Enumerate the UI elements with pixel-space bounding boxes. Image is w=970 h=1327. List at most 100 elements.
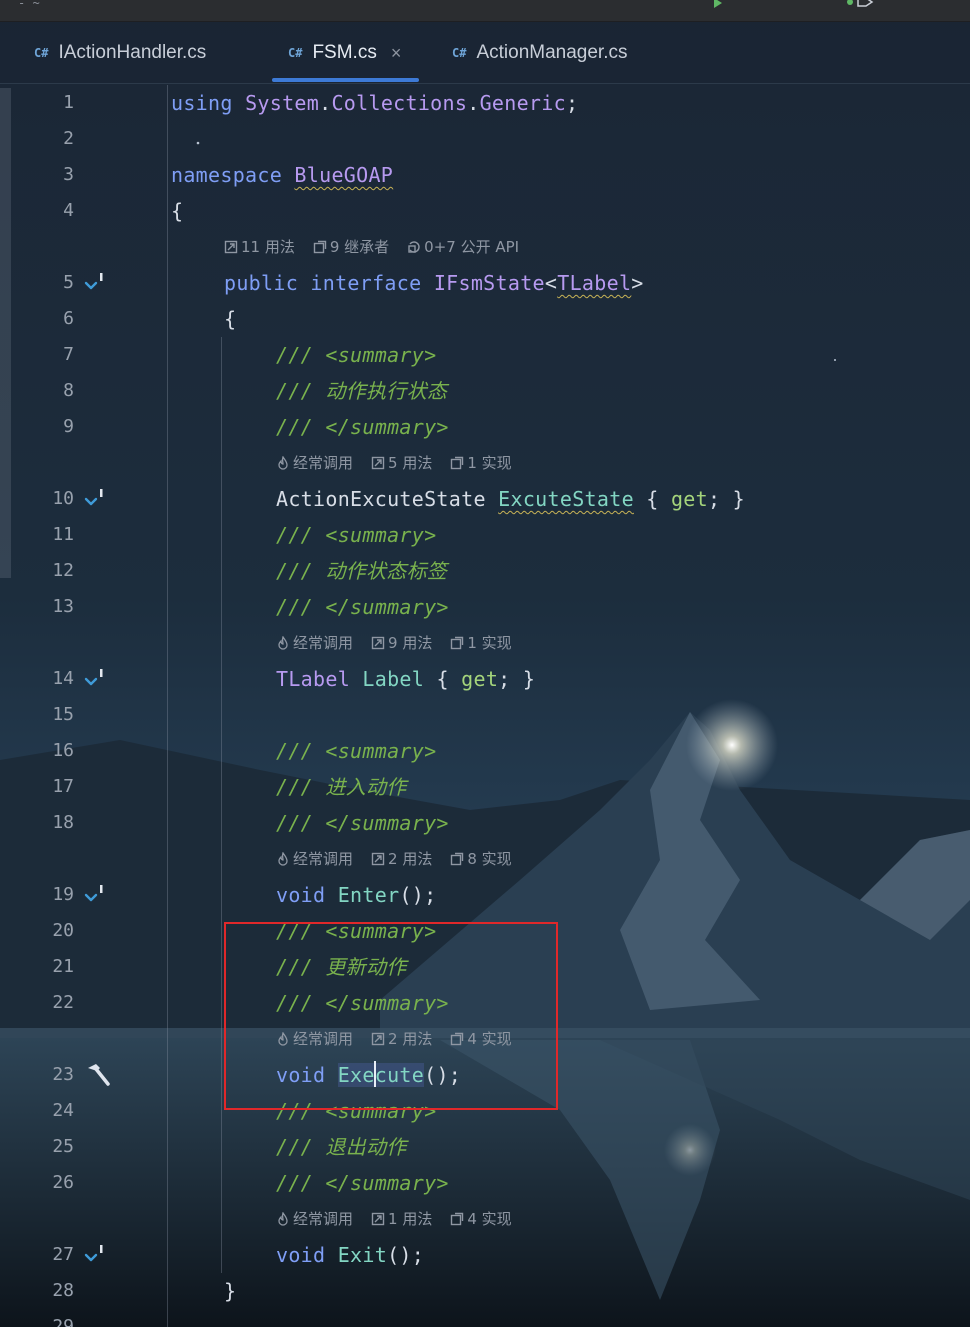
line-number: 27 xyxy=(52,1244,74,1265)
doc-comment: /// 退出动作 xyxy=(276,1135,407,1159)
flame-icon xyxy=(278,1212,288,1226)
code-line[interactable]: 18 /// </summary> xyxy=(0,805,970,841)
code-line[interactable]: 3 namespace BlueGOAP xyxy=(0,157,970,193)
line-number: 22 xyxy=(52,992,74,1013)
line-number: 20 xyxy=(52,920,74,941)
implementations-icon xyxy=(451,1212,464,1226)
line-number: 28 xyxy=(52,1280,74,1301)
line-number: 29 xyxy=(52,1316,74,1327)
line-number: 14 xyxy=(52,668,74,689)
implemented-by-icon[interactable] xyxy=(84,272,110,296)
vertical-scrollbar[interactable] xyxy=(0,88,11,578)
usages-hint[interactable]: 2 用法 xyxy=(371,841,432,877)
frequently-called-hint[interactable]: 经常调用 xyxy=(276,445,353,481)
implementations-hint[interactable]: 1 实现 xyxy=(450,445,512,481)
code-line[interactable]: 26 /// </summary> xyxy=(0,1165,970,1201)
code-line[interactable]: 25 /// 退出动作 xyxy=(0,1129,970,1165)
code-line[interactable]: 12 /// 动作状态标签 xyxy=(0,553,970,589)
line-number: 24 xyxy=(52,1100,74,1121)
csharp-file-icon: C# xyxy=(452,46,467,60)
line-number: 12 xyxy=(52,560,74,581)
code-text: namespace BlueGOAP xyxy=(171,163,394,187)
code-line[interactable]: 8 /// 动作执行状态 xyxy=(0,373,970,409)
code-editor[interactable]: 1 using System.Collections.Generic; 2 3 … xyxy=(0,85,970,1327)
code-text: public interface IFsmState<TLabel> xyxy=(224,271,644,295)
code-line[interactable]: 15 xyxy=(0,697,970,733)
code-vision-hints[interactable]: 11 用法 9 继承者 0+7 公开 API xyxy=(224,229,519,265)
tab-label: FSM.cs xyxy=(312,42,377,63)
code-line[interactable]: 11 /// <summary> xyxy=(0,517,970,553)
flame-icon xyxy=(278,636,288,650)
run-icon[interactable] xyxy=(712,0,728,8)
line-number: 4 xyxy=(63,200,74,221)
flame-icon xyxy=(278,456,288,470)
line-number: 8 xyxy=(63,380,74,401)
line-number: 2 xyxy=(63,128,74,149)
frequently-called-hint[interactable]: 经常调用 xyxy=(276,1201,353,1237)
code-line[interactable]: 4 { xyxy=(0,193,970,229)
tab-label: IActionHandler.cs xyxy=(58,42,207,63)
code-line[interactable]: 5 public interface IFsmState<TLabel> xyxy=(0,265,970,301)
code-text: TLabel Label { get; } xyxy=(276,667,536,691)
line-number: 13 xyxy=(52,596,74,617)
code-line[interactable]: 6 { xyxy=(0,301,970,337)
code-text: ActionExcuteState ExcuteState { get; } xyxy=(276,487,746,511)
public-api-hint[interactable]: 0+7 公开 API xyxy=(407,229,519,265)
line-number: 25 xyxy=(52,1136,74,1157)
code-line[interactable]: 10 ActionExcuteState ExcuteState { get; … xyxy=(0,481,970,517)
implemented-by-icon[interactable] xyxy=(84,1244,110,1268)
doc-comment: /// </summary> xyxy=(276,595,449,619)
code-vision-hints[interactable]: 经常调用 9 用法 1 实现 xyxy=(276,625,512,661)
implemented-by-icon[interactable] xyxy=(84,488,110,512)
usages-hint[interactable]: 11 用法 xyxy=(224,229,295,265)
implementations-icon xyxy=(451,636,464,650)
usages-hint[interactable]: 1 用法 xyxy=(371,1201,432,1237)
editor-tab-bar: C# IActionHandler.cs C# FSM.cs × C# Acti… xyxy=(0,22,970,84)
code-line[interactable]: 2 xyxy=(0,121,970,157)
inheritors-icon xyxy=(313,240,327,254)
csharp-file-icon: C# xyxy=(288,46,303,60)
code-line[interactable]: 16 /// <summary> xyxy=(0,733,970,769)
doc-comment: /// <summary> xyxy=(276,739,437,763)
doc-comment: /// </summary> xyxy=(276,415,449,439)
code-line[interactable]: 28 } xyxy=(0,1273,970,1309)
line-number: 26 xyxy=(52,1172,74,1193)
code-line[interactable]: 14 TLabel Label { get; } xyxy=(0,661,970,697)
inheritors-hint[interactable]: 9 继承者 xyxy=(313,229,389,265)
tab-iactionhandler[interactable]: C# IActionHandler.cs xyxy=(34,22,206,84)
frequently-called-hint[interactable]: 经常调用 xyxy=(276,625,353,661)
line-number: 6 xyxy=(63,308,74,329)
line-number: 7 xyxy=(63,344,74,365)
title-bar: - ~ xyxy=(0,0,970,22)
implementations-hint[interactable]: 4 实现 xyxy=(450,1201,512,1237)
hammer-icon[interactable] xyxy=(84,1062,112,1088)
code-line[interactable]: 9 /// </summary> xyxy=(0,409,970,445)
line-number: 19 xyxy=(52,884,74,905)
code-vision-hints[interactable]: 经常调用 2 用法 8 实现 xyxy=(276,841,512,877)
close-icon[interactable]: × xyxy=(391,43,402,64)
code-line[interactable]: 27 void Exit(); xyxy=(0,1237,970,1273)
tab-actionmanager[interactable]: C# ActionManager.cs xyxy=(452,22,627,84)
line-number: 23 xyxy=(52,1064,74,1085)
tab-fsm[interactable]: C# FSM.cs × xyxy=(272,22,420,84)
code-line[interactable]: 19 void Enter(); xyxy=(0,877,970,913)
code-vision-hints[interactable]: 经常调用 5 用法 1 实现 xyxy=(276,445,512,481)
code-line[interactable]: 13 /// </summary> xyxy=(0,589,970,625)
usages-hint[interactable]: 9 用法 xyxy=(371,625,432,661)
code-line[interactable]: 29 xyxy=(0,1309,970,1327)
flame-icon xyxy=(278,852,288,866)
implemented-by-icon[interactable] xyxy=(84,668,110,692)
doc-comment: /// </summary> xyxy=(276,1171,449,1195)
implemented-by-icon[interactable] xyxy=(84,884,110,908)
code-vision-hints[interactable]: 经常调用 1 用法 4 实现 xyxy=(276,1201,512,1237)
code-line[interactable]: 1 using System.Collections.Generic; xyxy=(0,85,970,121)
usages-icon xyxy=(224,240,238,254)
code-line[interactable]: 17 /// 进入动作 xyxy=(0,769,970,805)
frequently-called-hint[interactable]: 经常调用 xyxy=(276,841,353,877)
code-line[interactable]: 7 /// <summary> xyxy=(0,337,970,373)
line-number: 3 xyxy=(63,164,74,185)
implementations-hint[interactable]: 1 实现 xyxy=(450,625,512,661)
implementations-hint[interactable]: 8 实现 xyxy=(450,841,512,877)
usages-hint[interactable]: 5 用法 xyxy=(371,445,432,481)
title-bar-fragment: - ~ xyxy=(18,0,40,10)
